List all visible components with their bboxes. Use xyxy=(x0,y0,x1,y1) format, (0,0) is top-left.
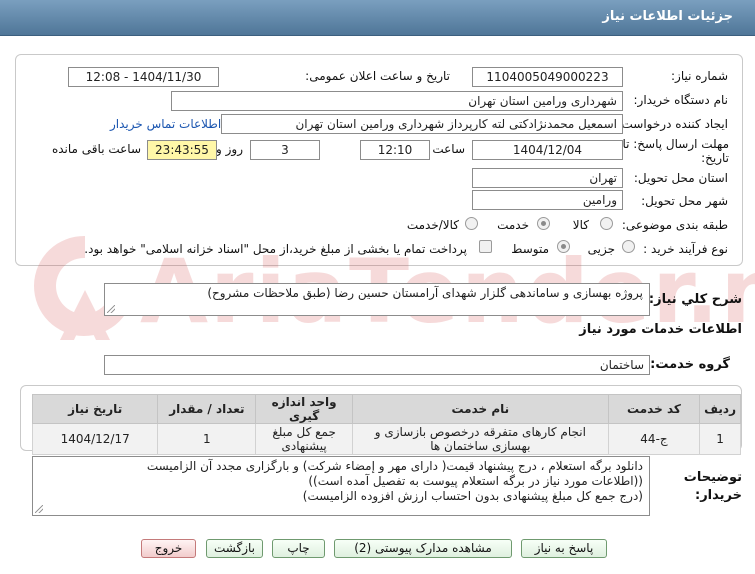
services-section-title: اطلاعات خدمات مورد نیاز xyxy=(579,322,742,337)
category-goods-service-radio[interactable] xyxy=(465,217,478,230)
deadline-label: مهلت ارسال پاسخ: تا تاریخ: xyxy=(622,137,729,165)
deadline-time-field: 12:10 xyxy=(360,140,430,160)
buyer-org-field: شهرداری ورامین استان تهران xyxy=(171,91,623,111)
need-number-field: 1104005049000223 xyxy=(472,67,623,87)
buyer-notes-label: توضیحات خریدار: xyxy=(683,470,742,503)
requester-label: ایجاد کننده درخواست: xyxy=(617,117,728,131)
category-label: طبقه بندی موضوعی: xyxy=(621,218,728,232)
summary-textarea[interactable]: پروژه بهسازی و ساماندهی گلزار شهدای آرام… xyxy=(104,283,650,316)
deadline-date-field: 1404/12/04 xyxy=(472,140,623,160)
cell-quantity: 1 xyxy=(157,423,257,455)
service-group-field: ساختمان xyxy=(104,355,650,375)
summary-text: پروژه بهسازی و ساماندهی گلزار شهدای آرام… xyxy=(207,286,643,300)
resize-grip-icon[interactable] xyxy=(107,305,115,313)
print-button[interactable]: چاپ xyxy=(272,539,325,558)
buyer-notes-line: (درج جمع کل مبلغ پیشنهادی بدون احتساب ار… xyxy=(302,489,643,503)
requester-field: اسمعیل محمدنژادکتی لته کارپرداز شهرداری … xyxy=(221,114,623,134)
category-goods-service-label: کالا/خدمت xyxy=(406,218,459,232)
exit-button[interactable]: خروج xyxy=(141,539,196,558)
table-row: 1 ج-44 انجام کارهای متفرقه درخصوص بازساز… xyxy=(31,423,741,455)
buyer-notes-line: ((اطلاعات مورد نیاز در برگه استعلام پیوس… xyxy=(308,474,643,488)
view-attachments-button[interactable]: مشاهده مدارک پیوستی (2) xyxy=(334,539,512,558)
cell-service-code: ج-44 xyxy=(607,423,701,455)
province-field: تهران xyxy=(472,168,623,188)
cell-service-name: انجام کارهای متفرقه درخصوص بازسازی و بهس… xyxy=(351,423,609,455)
announce-date-field: 1404/11/30 - 12:08 xyxy=(68,67,219,87)
deadline-time-label: ساعت xyxy=(432,142,465,156)
cell-need-date: 1404/12/17 xyxy=(31,423,159,455)
process-partial-label: جزیی xyxy=(587,242,615,256)
cell-unit: جمع کل مبلغ پیشنهادی xyxy=(255,423,353,455)
respond-button[interactable]: پاسخ به نیاز xyxy=(521,539,607,558)
services-table: ردیف کد خدمت نام خدمت واحد اندازه گیری ت… xyxy=(31,394,741,455)
need-number-label: شماره نیاز: xyxy=(671,69,728,83)
table-header-row: ردیف کد خدمت نام خدمت واحد اندازه گیری ت… xyxy=(31,394,741,424)
process-medium-label: متوسط xyxy=(511,242,549,256)
days-remaining-field: 3 xyxy=(250,140,320,160)
col-need-date: تاریخ نیاز xyxy=(31,394,159,424)
time-remaining-field: 23:43:55 xyxy=(147,140,217,160)
resize-grip-icon[interactable] xyxy=(35,505,43,513)
service-group-label: گروه خدمت: xyxy=(650,357,730,372)
category-goods-label: کالا xyxy=(572,218,589,232)
city-label: شهر محل تحویل: xyxy=(641,194,728,208)
province-label: استان محل تحویل: xyxy=(633,171,728,185)
category-service-radio[interactable] xyxy=(537,217,550,230)
back-button[interactable]: بازگشت xyxy=(206,539,263,558)
buyer-org-label: نام دستگاه خریدار: xyxy=(633,93,729,107)
cell-row-number: 1 xyxy=(699,423,741,455)
days-label: روز و xyxy=(216,142,243,156)
process-type-label: نوع فرآیند خرید : xyxy=(643,242,728,256)
time-remaining-label: ساعت باقی مانده xyxy=(51,142,141,156)
city-field: ورامین xyxy=(472,190,623,210)
buyer-notes-line: دانلود برگه استعلام ، درج پیشنهاد قیمت( … xyxy=(146,459,643,473)
col-service-code: کد خدمت xyxy=(607,394,701,424)
buyer-notes-textarea[interactable]: دانلود برگه استعلام ، درج پیشنهاد قیمت( … xyxy=(32,456,650,516)
announce-date-label: تاریخ و ساعت اعلان عمومی: xyxy=(305,69,450,83)
page-header: جزئیات اطلاعات نیاز xyxy=(0,0,755,36)
summary-label: شرح کلي نياز: xyxy=(648,292,742,307)
process-partial-radio[interactable] xyxy=(622,240,635,253)
col-service-name: نام خدمت xyxy=(351,394,609,424)
col-unit: واحد اندازه گیری xyxy=(255,394,353,424)
treasury-payment-checkbox[interactable] xyxy=(479,240,492,253)
category-service-label: خدمت xyxy=(497,218,529,232)
process-medium-radio[interactable] xyxy=(557,240,570,253)
page-title: جزئیات اطلاعات نیاز xyxy=(602,9,733,24)
col-row-number: ردیف xyxy=(699,394,741,424)
col-quantity: تعداد / مقدار xyxy=(157,394,257,424)
treasury-payment-note: پرداخت تمام یا بخشی از مبلغ خرید،از محل … xyxy=(84,242,467,256)
category-goods-radio[interactable] xyxy=(600,217,613,230)
contact-info-link[interactable]: اطلاعات تماس خریدار xyxy=(110,117,221,131)
